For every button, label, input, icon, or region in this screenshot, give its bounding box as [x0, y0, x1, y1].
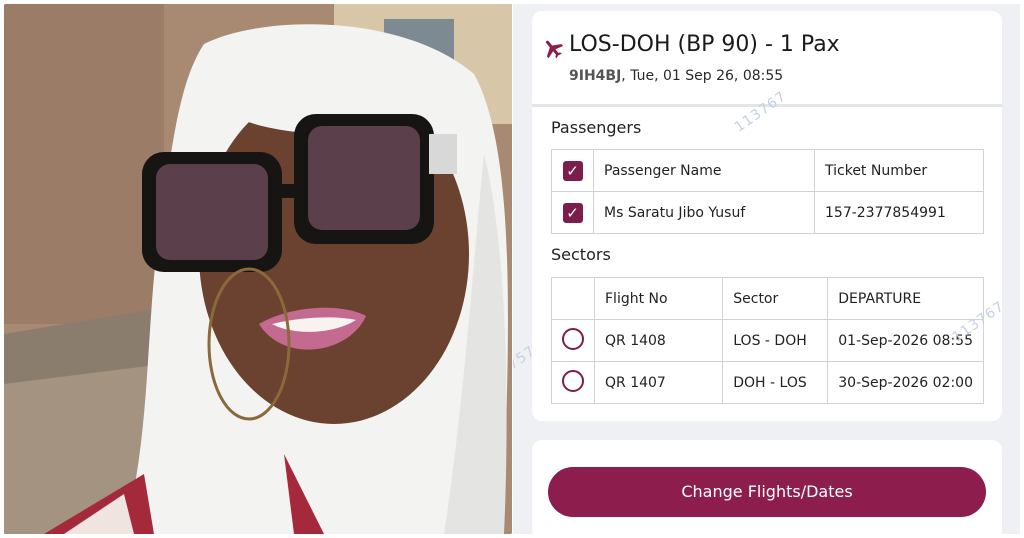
sector-select-cell[interactable] — [551, 319, 595, 362]
selfie-illustration — [4, 4, 512, 534]
checkbox-checked-icon[interactable]: ✓ — [562, 202, 583, 223]
booking-date: , Tue, 01 Sep 26, 08:55 — [621, 68, 784, 84]
table-row[interactable]: QR 1407 DOH - LOS 30-Sep-2026 02:00 — [551, 361, 984, 404]
selfie-photo — [4, 4, 512, 534]
passengers-heading: Passengers — [551, 118, 642, 137]
empty-header-cell — [551, 277, 595, 320]
header-departure: DEPARTURE — [827, 277, 984, 320]
header-sector: Sector — [722, 277, 829, 320]
screenshot-root: LOS-DOH (BP 90) - 1 Pax 9IH4BJ, Tue, 01 … — [0, 0, 1024, 538]
flight-number: QR 1408 — [593, 319, 724, 362]
table-row[interactable]: ✓ Ms Saratu Jibo Yusuf 157-2377854991 — [551, 191, 984, 234]
sector-select-cell[interactable] — [551, 361, 595, 404]
passengers-header-row: ✓ Passenger Name Ticket Number — [551, 149, 984, 192]
radio-unchecked-icon[interactable] — [562, 327, 584, 350]
booking-subtitle: 9IH4BJ, Tue, 01 Sep 26, 08:55 — [569, 68, 783, 84]
airplane-icon — [545, 40, 564, 59]
select-all-cell[interactable]: ✓ — [551, 149, 594, 192]
header-flight-no: Flight No — [593, 277, 724, 320]
flight-departure: 30-Sep-2026 02:00 — [827, 361, 984, 404]
change-flights-button[interactable]: Change Flights/Dates — [548, 467, 986, 517]
sectors-table: Flight No Sector DEPARTURE QR 1408 LOS -… — [551, 277, 984, 404]
header-passenger-name: Passenger Name — [593, 149, 815, 192]
sectors-heading: Sectors — [551, 245, 611, 264]
flight-number: QR 1407 — [593, 361, 724, 404]
sectors-header-row: Flight No Sector DEPARTURE — [551, 277, 984, 320]
flight-sector: DOH - LOS — [722, 361, 829, 404]
flight-sector: LOS - DOH — [722, 319, 829, 362]
booking-app-panel: LOS-DOH (BP 90) - 1 Pax 9IH4BJ, Tue, 01 … — [513, 4, 1020, 534]
checkbox-checked-icon[interactable]: ✓ — [562, 160, 583, 181]
passengers-table: ✓ Passenger Name Ticket Number ✓ Ms Sara… — [551, 149, 984, 234]
passenger-name: Ms Saratu Jibo Yusuf — [593, 191, 815, 234]
passenger-ticket: 157-2377854991 — [814, 191, 984, 234]
header-ticket-number: Ticket Number — [814, 149, 984, 192]
booking-header: LOS-DOH (BP 90) - 1 Pax 9IH4BJ, Tue, 01 … — [532, 11, 1002, 107]
actions-card: Change Flights/Dates — [532, 440, 1002, 534]
booking-details-card: LOS-DOH (BP 90) - 1 Pax 9IH4BJ, Tue, 01 … — [532, 11, 1002, 421]
radio-unchecked-icon[interactable] — [562, 369, 584, 392]
booking-title: LOS-DOH (BP 90) - 1 Pax — [569, 32, 840, 57]
booking-reference: 9IH4BJ — [569, 68, 622, 84]
passenger-select-cell[interactable]: ✓ — [551, 191, 594, 234]
table-row[interactable]: QR 1408 LOS - DOH 01-Sep-2026 08:55 — [551, 319, 984, 362]
